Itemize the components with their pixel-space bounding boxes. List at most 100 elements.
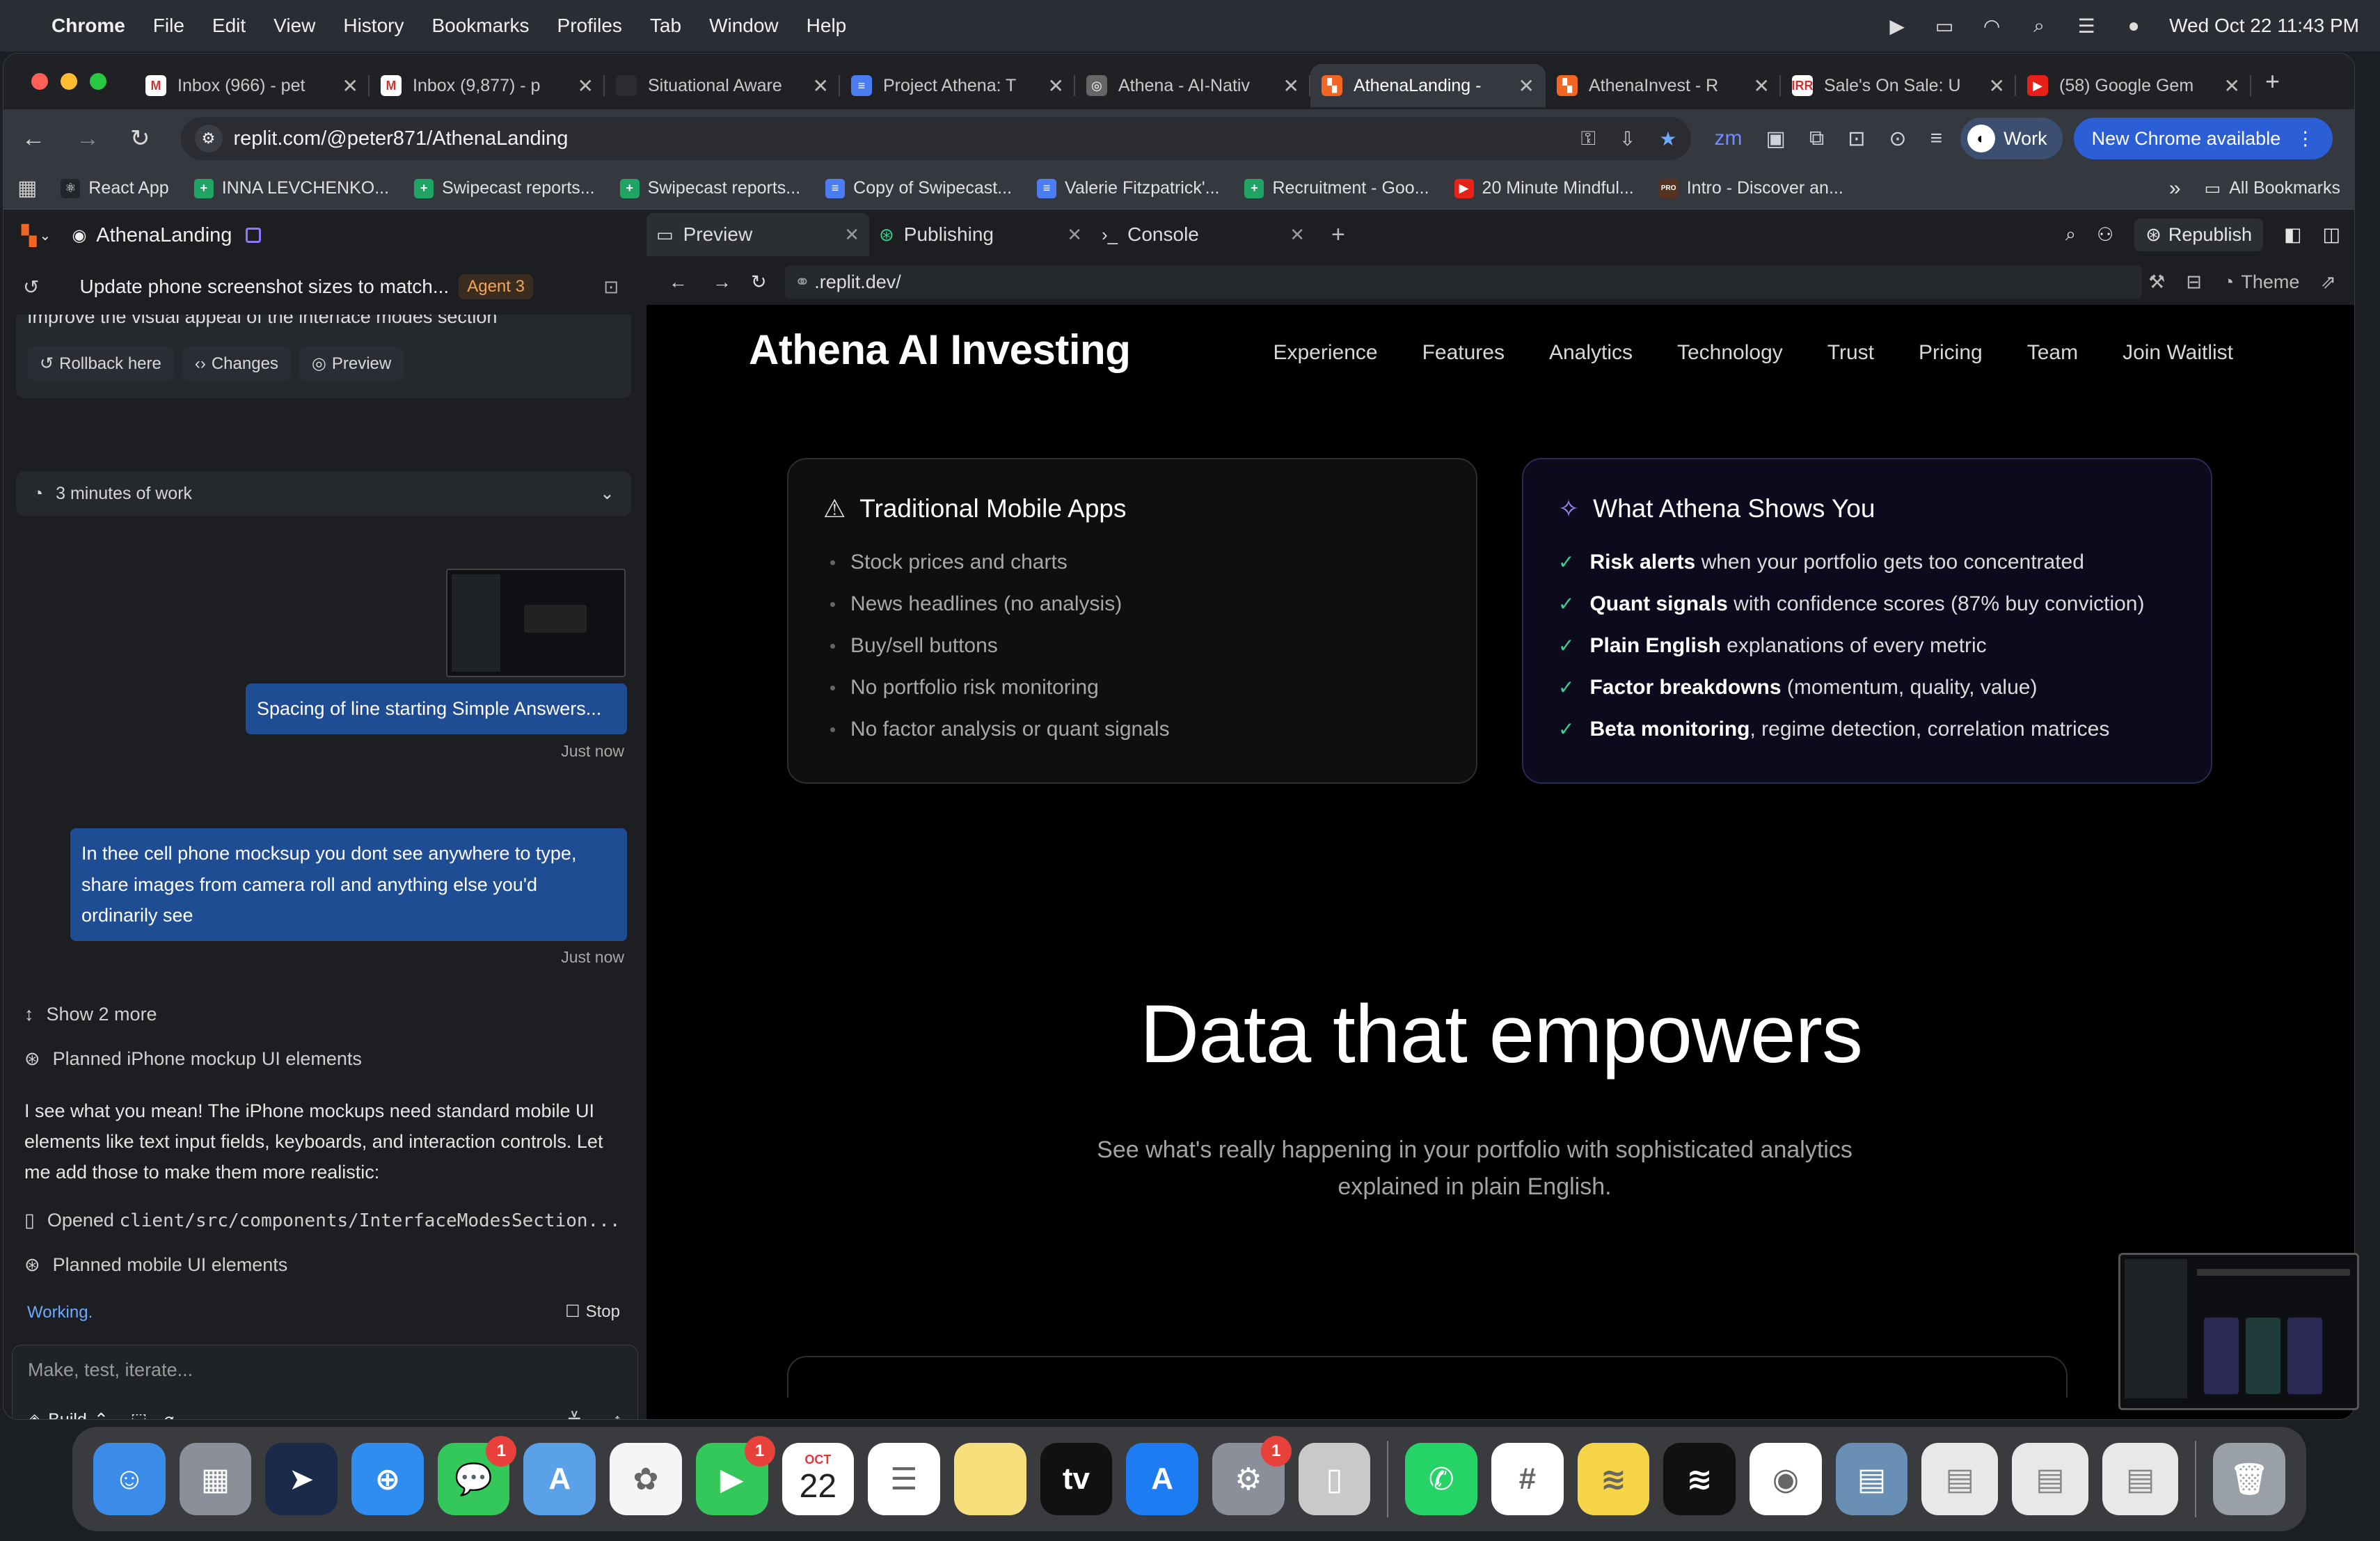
rollback-button[interactable]: ↺ Rollback here — [27, 347, 174, 381]
show-more-button[interactable]: ↕ Show 2 more — [24, 1004, 157, 1025]
changes-button[interactable]: ‹› Changes — [182, 347, 291, 381]
close-tab-icon[interactable]: ✕ — [1989, 74, 2005, 97]
stickies-icon[interactable]: ≋ — [1577, 1443, 1650, 1515]
tab-preview[interactable]: ▭ Preview ✕ — [646, 213, 869, 256]
reminders-icon[interactable]: ☰ — [868, 1443, 940, 1515]
back-icon[interactable]: ← — [22, 125, 45, 152]
all-bookmarks-button[interactable]: ▭ All Bookmarks — [2205, 178, 2340, 199]
nav-experience[interactable]: Experience — [1273, 341, 1377, 365]
bookmark-item[interactable]: ≡ Valerie Fitzpatrick'... — [1037, 178, 1219, 198]
nav-technology[interactable]: Technology — [1677, 341, 1783, 365]
media-controls-icon[interactable]: ≡ — [1930, 127, 1943, 150]
thread-title[interactable]: Update phone screenshot sizes to match..… — [79, 276, 449, 298]
bookmark-item[interactable]: ≡ Copy of Swipecast... — [825, 178, 1012, 198]
attach-icon[interactable]: ⌀ — [164, 1409, 174, 1419]
safari-icon[interactable]: ⊕ — [351, 1443, 424, 1515]
reload-icon[interactable]: ↻ — [751, 271, 767, 293]
menu-app-name[interactable]: Chrome — [51, 15, 125, 37]
bookmark-item[interactable]: ⚛ React App — [61, 178, 169, 198]
apps-grid-icon[interactable]: ▦ — [17, 176, 37, 200]
chat-input-box[interactable]: Make, test, iterate... ◈ Build ⌃ ⬚ ⌀ ≚ ↑ — [12, 1345, 638, 1420]
republish-button[interactable]: ⊛ Republish — [2134, 218, 2263, 251]
bookmark-item[interactable]: + INNA LEVCHENKO... — [193, 178, 389, 198]
menubar-clock[interactable]: Wed Oct 22 11:43 PM — [2169, 15, 2359, 37]
spotlight-search-icon[interactable]: ⌕ — [2027, 15, 2051, 36]
split-panel-icon[interactable]: ◫ — [2322, 224, 2340, 246]
photos-icon[interactable]: ✿ — [610, 1443, 682, 1515]
tab-2[interactable]: Situational Aware ✕ — [605, 64, 840, 107]
open-external-icon[interactable]: ⇗ — [2320, 271, 2336, 293]
preview-url-field[interactable]: ⚭ .replit.dev/ — [784, 265, 2142, 299]
tab-console[interactable]: ›_ Console ✕ — [1092, 213, 1315, 256]
slack-icon[interactable]: # — [1491, 1443, 1564, 1515]
menu-help[interactable]: Help — [807, 15, 847, 37]
bookmark-item[interactable]: ▶ 20 Minute Mindful... — [1454, 178, 1634, 198]
window-thumbnail-icon[interactable]: ▤ — [2012, 1443, 2088, 1515]
new-tab-icon[interactable]: + — [2265, 67, 2280, 96]
chevron-down-icon[interactable]: ⌄ — [40, 227, 51, 244]
chat-input-placeholder[interactable]: Make, test, iterate... — [28, 1359, 193, 1381]
menu-history[interactable]: History — [343, 15, 404, 37]
launchpad-icon[interactable]: ▦ — [179, 1443, 252, 1515]
screenshot-preview-thumbnail[interactable] — [2118, 1253, 2359, 1410]
agent-step[interactable]: ⊛ Planned mobile UI elements — [24, 1254, 287, 1276]
agent-step[interactable]: ▯ Opened client/src/components/Interface… — [24, 1210, 621, 1231]
nav-analytics[interactable]: Analytics — [1549, 341, 1633, 365]
deployment-icon[interactable]: ◧ — [2284, 224, 2302, 246]
siri-icon[interactable]: ● — [2122, 15, 2145, 36]
close-tab-icon[interactable]: ✕ — [342, 74, 358, 97]
build-mode-button[interactable]: ◈ Build ⌃ — [28, 1409, 109, 1420]
tab-3[interactable]: ≡ Project Athena: T ✕ — [840, 64, 1075, 107]
send-icon[interactable]: ↑ — [613, 1409, 623, 1419]
close-tab-icon[interactable]: ✕ — [1754, 74, 1770, 97]
profile-button[interactable]: ◐ Work — [1960, 118, 2063, 159]
bookmark-item[interactable]: PRO Intro - Discover an... — [1658, 178, 1843, 198]
spotify-icon[interactable]: ≋ — [1663, 1443, 1736, 1515]
close-tab-icon[interactable]: ✕ — [1518, 74, 1534, 97]
settings-sliders-icon[interactable]: ≚ — [566, 1409, 582, 1419]
new-chrome-available-button[interactable]: New Chrome available ⋮ — [2073, 118, 2333, 159]
chrome-icon[interactable]: ◉ — [1750, 1443, 1822, 1515]
calendar-icon[interactable]: OCT 22 — [782, 1443, 855, 1515]
site-logo[interactable]: Athena AI Investing — [749, 326, 1131, 374]
panel-divider[interactable] — [638, 210, 646, 1419]
battery-icon[interactable]: ▭ — [1933, 15, 1956, 37]
forward-icon[interactable]: → — [76, 125, 100, 152]
close-window-button[interactable] — [31, 73, 48, 90]
whatsapp-icon[interactable]: ✆ — [1405, 1443, 1477, 1515]
nav-features[interactable]: Features — [1422, 341, 1505, 365]
tab-0[interactable]: M Inbox (966) - pet ✕ — [134, 64, 370, 107]
menu-view[interactable]: View — [273, 15, 315, 37]
nav-pricing[interactable]: Pricing — [1919, 341, 1983, 365]
control-center-icon[interactable]: ☰ — [2074, 15, 2098, 37]
screenshot-extension-icon[interactable]: ▣ — [1766, 127, 1786, 151]
tab-publishing[interactable]: ⊛ Publishing ✕ — [869, 213, 1092, 256]
menu-bookmarks[interactable]: Bookmarks — [431, 15, 529, 37]
nav-trust[interactable]: Trust — [1827, 341, 1874, 365]
reload-icon[interactable]: ↻ — [130, 125, 150, 152]
theme-button[interactable]: ◔ Theme — [2223, 271, 2299, 293]
menu-tab[interactable]: Tab — [650, 15, 681, 37]
site-settings-icon[interactable]: ⚙ — [194, 125, 223, 152]
notes-icon[interactable] — [953, 1443, 1026, 1515]
stop-button[interactable]: ☐ Stop — [565, 1302, 620, 1322]
tab-6[interactable]: ▚ AthenaInvest - R ✕ — [1546, 64, 1781, 107]
bookmark-item[interactable]: + Recruitment - Goo... — [1244, 178, 1429, 198]
search-icon[interactable]: ⌕ — [2065, 223, 2076, 246]
tab-5[interactable]: ▚ AthenaLanding - ✕ — [1310, 64, 1546, 107]
downloads-stack-icon[interactable]: ▤ — [1921, 1443, 1999, 1515]
tab-4[interactable]: ◎ Athena - AI-Nativ ✕ — [1075, 64, 1310, 107]
tab-1[interactable]: M Inbox (9,877) - p ✕ — [370, 64, 605, 107]
attached-screenshot-thumbnail[interactable] — [446, 569, 626, 677]
forward-icon[interactable]: → — [713, 271, 731, 293]
preview-button[interactable]: ◎ Preview — [299, 347, 404, 381]
facetime-icon[interactable]: ▶ 1 — [695, 1436, 775, 1515]
extensions-icon[interactable]: ⧉ — [1809, 127, 1824, 150]
tab-7[interactable]: IRR Sale's On Sale: U ✕ — [1781, 64, 2016, 107]
more-bookmarks-icon[interactable]: » — [2169, 177, 2181, 200]
iphone-mirroring-icon[interactable]: ▯ — [1298, 1443, 1371, 1515]
project-name[interactable]: AthenaLanding — [96, 224, 232, 247]
address-bar[interactable]: ⚙ replit.com/@peter871/AthenaLanding ⚿ ⇩… — [180, 117, 1691, 160]
play-icon[interactable]: ▶ — [1885, 15, 1909, 37]
work-summary[interactable]: ◔ 3 minutes of work ⌄ — [16, 471, 631, 516]
